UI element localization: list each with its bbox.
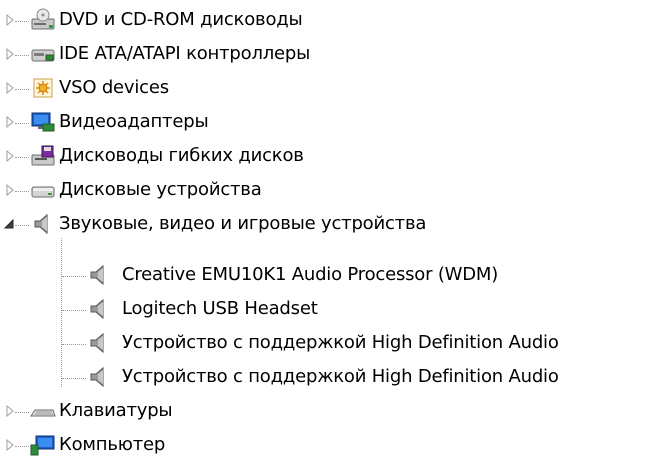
expand-arrow-icon[interactable] bbox=[4, 115, 16, 129]
floppy-drive-icon bbox=[30, 144, 56, 168]
tree-item-label: Звуковые, видео и игровые устройства bbox=[59, 213, 427, 234]
display-adapter-icon bbox=[30, 110, 56, 134]
tree-child-item[interactable]: Logitech USB Headset bbox=[0, 293, 650, 327]
tree-item-sound-devices[interactable]: Звуковые, видео и игровые устройства bbox=[0, 208, 650, 242]
vso-device-icon bbox=[32, 76, 58, 100]
collapse-arrow-icon[interactable] bbox=[3, 217, 15, 231]
tree-item-label: Устройство с поддержкой High Definition … bbox=[122, 332, 559, 353]
device-manager-tree: DVD и CD-ROM дисководы IDE ATA/ATAPI кон… bbox=[0, 0, 650, 464]
tree-item-computer[interactable]: Компьютер bbox=[0, 429, 650, 463]
tree-item-label: Logitech USB Headset bbox=[122, 298, 318, 319]
tree-item-label: DVD и CD-ROM дисководы bbox=[59, 9, 303, 30]
tree-item-keyboards[interactable]: Клавиатуры bbox=[0, 395, 650, 429]
tree-item-label: IDE ATA/ATAPI контроллеры bbox=[59, 43, 311, 64]
tree-item-ide[interactable]: IDE ATA/ATAPI контроллеры bbox=[0, 38, 650, 72]
expand-arrow-icon[interactable] bbox=[4, 0, 16, 1]
speaker-icon bbox=[88, 365, 114, 389]
tree-child-item[interactable]: Устройство с поддержкой High Definition … bbox=[0, 327, 650, 361]
tree-item-label: Клавиатуры bbox=[59, 400, 173, 421]
tree-item-label: Компьютер bbox=[59, 434, 166, 455]
dvd-drive-icon bbox=[30, 8, 56, 32]
tree-item-dvd[interactable]: DVD и CD-ROM дисководы bbox=[0, 4, 650, 38]
computer-icon bbox=[30, 433, 56, 457]
speaker-icon bbox=[32, 212, 58, 236]
tree-item-display-adapters[interactable]: Видеоадаптеры bbox=[0, 106, 650, 140]
speaker-icon bbox=[88, 263, 114, 287]
tree-item-label: Дисковые устройства bbox=[59, 179, 262, 200]
expand-arrow-icon[interactable] bbox=[4, 438, 16, 452]
expand-arrow-icon[interactable] bbox=[4, 183, 16, 197]
expand-arrow-icon[interactable] bbox=[4, 149, 16, 163]
expand-arrow-icon[interactable] bbox=[4, 81, 16, 95]
tree-child-item[interactable]: Устройство с поддержкой High Definition … bbox=[0, 361, 650, 395]
speaker-icon bbox=[88, 297, 114, 321]
tree-item-label: Дисководы гибких дисков bbox=[59, 145, 304, 166]
speaker-icon bbox=[88, 331, 114, 355]
tree-item-disk-drives[interactable]: Дисковые устройства bbox=[0, 174, 650, 208]
expand-arrow-icon[interactable] bbox=[4, 47, 16, 61]
ide-controller-icon bbox=[30, 42, 56, 66]
tree-item-label: VSO devices bbox=[59, 77, 169, 98]
tree-item-vso[interactable]: VSO devices bbox=[0, 72, 650, 106]
keyboard-icon bbox=[30, 399, 56, 423]
expand-arrow-icon[interactable] bbox=[4, 404, 16, 418]
tree-child-item[interactable]: Creative EMU10K1 Audio Processor (WDM) bbox=[0, 259, 650, 293]
expand-arrow-icon[interactable] bbox=[4, 13, 16, 27]
disk-drive-icon bbox=[30, 178, 56, 202]
tree-item-label: Creative EMU10K1 Audio Processor (WDM) bbox=[122, 264, 499, 285]
tree-item-floppy-drives[interactable]: Дисководы гибких дисков bbox=[0, 140, 650, 174]
tree-item-label: Видеоадаптеры bbox=[59, 111, 209, 132]
tree-item-label: Устройство с поддержкой High Definition … bbox=[122, 366, 559, 387]
